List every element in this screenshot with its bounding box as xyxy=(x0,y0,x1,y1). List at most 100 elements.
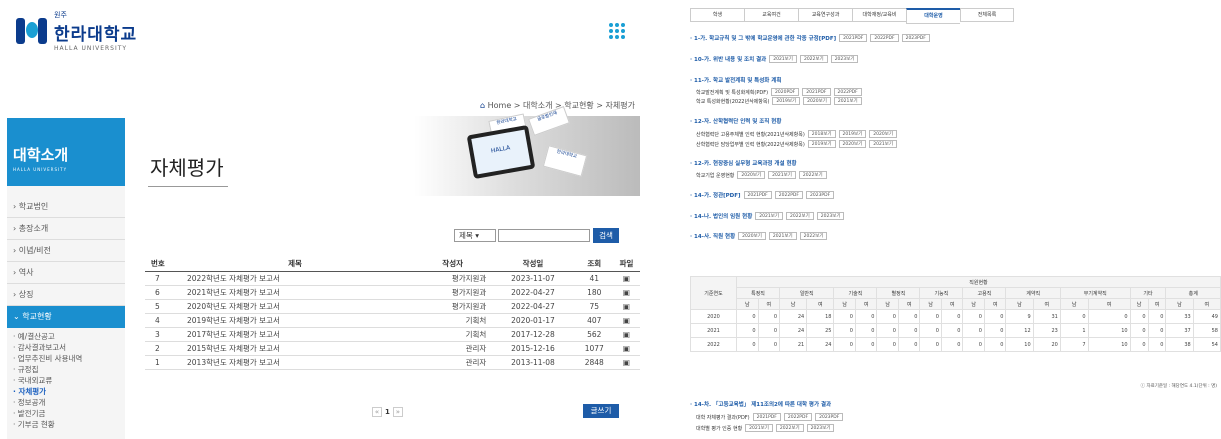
row-author: 기획처 xyxy=(415,327,491,342)
table-row[interactable]: 1 2013학년도 자체평가 보고서 관리자 2013-11-08 2848 ▣ xyxy=(145,355,640,370)
row-views: 180 xyxy=(575,285,613,300)
tab-all[interactable]: 전체목록 xyxy=(960,8,1014,22)
year-link[interactable]: 2023PDF xyxy=(901,34,930,42)
current-page[interactable]: 1 xyxy=(385,407,390,417)
sidebar-item[interactable]: › 역사 xyxy=(7,262,125,284)
sidebar-item[interactable]: › 총장소개 xyxy=(7,218,125,240)
file-download-icon[interactable]: ▣ xyxy=(612,341,640,356)
year-link[interactable]: 2023PDF xyxy=(805,191,835,199)
year-link[interactable]: 2020보기 xyxy=(838,140,867,148)
year-link[interactable]: 2021보기 xyxy=(833,97,862,105)
submenu-item-active[interactable]: · 자체평가 xyxy=(13,386,125,397)
year-link[interactable]: 2022보기 xyxy=(799,55,828,63)
year-link[interactable]: 2021보기 xyxy=(755,212,783,220)
tab-education[interactable]: 교육여건 xyxy=(744,8,798,22)
year-link[interactable]: 2020보기 xyxy=(803,97,831,105)
file-download-icon[interactable]: ▣ xyxy=(612,313,640,328)
staff-cell: 49 xyxy=(1192,309,1221,324)
year-link[interactable]: 2021PDF xyxy=(743,191,772,199)
table-row[interactable]: 6 2021학년도 자체평가 보고서 평가지원과 2022-04-27 180 ▣ xyxy=(145,285,640,300)
year-link[interactable]: 2022보기 xyxy=(798,171,827,179)
all-menu-icon[interactable] xyxy=(609,23,625,39)
sidebar-item[interactable]: › 상징 xyxy=(7,284,125,306)
year-link[interactable]: 2022PDF xyxy=(783,413,813,421)
year-link[interactable]: 2023보기 xyxy=(830,55,859,63)
year-link[interactable]: 2023보기 xyxy=(806,424,835,432)
year-link[interactable]: 2021PDF xyxy=(802,88,831,96)
submenu-item[interactable]: · 정보공개 xyxy=(13,397,125,408)
year-link[interactable]: 2023PDF xyxy=(815,413,844,421)
sidebar-item[interactable]: › 이념/비전 xyxy=(7,240,125,262)
year-link[interactable]: 2021보기 xyxy=(869,140,897,148)
year-link[interactable]: 2020보기 xyxy=(738,232,766,240)
year-link[interactable]: 2022보기 xyxy=(799,232,828,240)
file-download-icon[interactable]: ▣ xyxy=(612,285,640,300)
year-link[interactable]: 2020PDF xyxy=(771,88,800,96)
row-title[interactable]: 2015학년도 자체평가 보고서 xyxy=(175,341,415,356)
file-download-icon[interactable]: ▣ xyxy=(612,299,640,314)
search-input[interactable] xyxy=(498,229,590,242)
table-row[interactable]: 2 2015학년도 자체평가 보고서 관리자 2015-12-16 1077 ▣ xyxy=(145,341,640,356)
year-link[interactable]: 2021보기 xyxy=(768,171,796,179)
search-bar: 제목 ▾ 검색 xyxy=(454,228,619,243)
year-link[interactable]: 2022보기 xyxy=(786,212,814,220)
university-logo[interactable]: 원주 한라대학교 HALLA UNIVERSITY xyxy=(14,10,137,52)
staff-row: 2020 0 0 24 18 0 0 0 0 0 0 0 0 9 31 0 0 0 0 33 49 xyxy=(690,309,1221,324)
tab-finance[interactable]: 대학재정/교육비 xyxy=(852,8,906,22)
year-link[interactable]: 2019보기 xyxy=(772,97,801,105)
staff-cell: 23 xyxy=(1032,323,1061,338)
breadcrumb-home[interactable]: Home xyxy=(488,101,512,110)
year-link[interactable]: 2018보기 xyxy=(807,130,836,138)
gender-header: 남 xyxy=(833,298,856,310)
submenu-item[interactable]: · 기부금 현황 xyxy=(13,419,125,430)
row-title[interactable]: 2020학년도 자체평가 보고서 xyxy=(175,299,415,314)
sidebar-item[interactable]: › 학교법인 xyxy=(7,196,125,218)
file-download-icon[interactable]: ▣ xyxy=(612,355,640,370)
year-link[interactable]: 2020보기 xyxy=(737,171,766,179)
year-link[interactable]: 2021보기 xyxy=(768,232,797,240)
row-title[interactable]: 2021학년도 자체평가 보고서 xyxy=(175,285,415,300)
search-button[interactable]: 검색 xyxy=(593,228,619,243)
breadcrumb-status[interactable]: 학교현황 xyxy=(564,101,593,110)
prev-page-button[interactable]: « xyxy=(372,407,382,417)
year-link[interactable]: 2021PDF xyxy=(752,413,781,421)
year-link[interactable]: 2021보기 xyxy=(745,424,773,432)
year-link[interactable]: 2022PDF xyxy=(870,34,899,42)
table-row[interactable]: 5 2020학년도 자체평가 보고서 평가지원과 2022-04-27 75 ▣ xyxy=(145,299,640,314)
tab-operations[interactable]: 대학운영 xyxy=(906,8,960,24)
file-download-icon[interactable]: ▣ xyxy=(612,271,640,286)
home-icon[interactable]: ⌂ xyxy=(480,101,485,110)
section-title: · 1-가. 학교규칙 및 그 밖에 학교운영에 관한 각종 규정[PDF] 20… xyxy=(690,34,930,42)
year-link[interactable]: 2021보기 xyxy=(769,55,797,63)
row-title[interactable]: 2013학년도 자체평가 보고서 xyxy=(175,355,415,370)
search-field-select[interactable]: 제목 ▾ xyxy=(454,229,496,242)
staff-cell: 0 xyxy=(736,309,759,324)
year-link[interactable]: 2020보기 xyxy=(869,130,897,138)
submenu-item[interactable]: · 규정집 xyxy=(13,364,125,375)
year-link[interactable]: 2022PDF xyxy=(774,191,803,199)
year-link[interactable]: 2019보기 xyxy=(838,130,867,138)
table-row[interactable]: 3 2017학년도 자체평가 보고서 기획처 2017-12-28 562 ▣ xyxy=(145,327,640,342)
submenu-item[interactable]: · 국내외교류 xyxy=(13,375,125,386)
row-title[interactable]: 2019학년도 자체평가 보고서 xyxy=(175,313,415,328)
submenu-item[interactable]: · 발전기금 xyxy=(13,408,125,419)
year-link[interactable]: 2023보기 xyxy=(816,212,845,220)
table-row[interactable]: 7 2022학년도 자체평가 보고서 평가지원과 2023-11-07 41 ▣ xyxy=(145,271,640,286)
row-title[interactable]: 2022학년도 자체평가 보고서 xyxy=(175,271,415,286)
tab-students[interactable]: 학생 xyxy=(690,8,744,22)
year-link[interactable]: 2021PDF xyxy=(839,34,868,42)
submenu-item[interactable]: · 예/결산공고 xyxy=(13,331,125,342)
submenu-item[interactable]: · 감사결과보고서 xyxy=(13,342,125,353)
tab-research[interactable]: 교육연구성과 xyxy=(798,8,852,22)
submenu-item[interactable]: · 업무추진비 사용내역 xyxy=(13,353,125,364)
next-page-button[interactable]: » xyxy=(392,407,403,417)
breadcrumb-about[interactable]: 대학소개 xyxy=(523,101,552,110)
write-button[interactable]: 글쓰기 xyxy=(583,404,619,418)
file-download-icon[interactable]: ▣ xyxy=(612,327,640,342)
table-row[interactable]: 4 2019학년도 자체평가 보고서 기획처 2020-01-17 407 ▣ xyxy=(145,313,640,328)
row-title[interactable]: 2017학년도 자체평가 보고서 xyxy=(175,327,415,342)
year-link[interactable]: 2019보기 xyxy=(807,140,836,148)
year-link[interactable]: 2022보기 xyxy=(775,424,804,432)
year-link[interactable]: 2022PDF xyxy=(833,88,862,96)
sidebar-item-active[interactable]: ⌄ 학교현황 xyxy=(7,306,125,328)
